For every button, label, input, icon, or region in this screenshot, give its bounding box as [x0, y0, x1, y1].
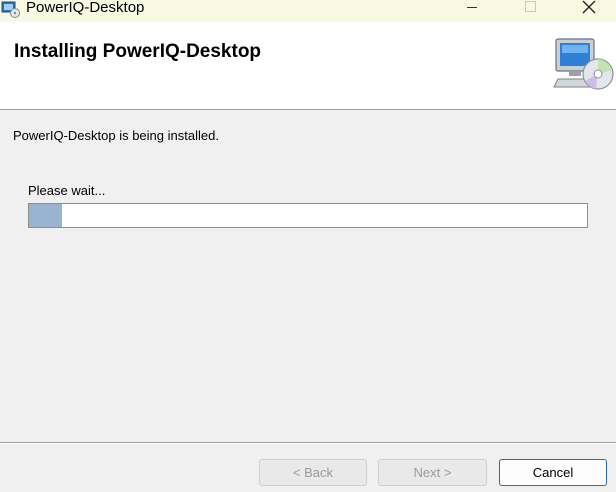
computer-disc-icon: [552, 37, 614, 93]
header-banner: Installing PowerIQ-Desktop: [0, 22, 616, 110]
progress-fill: [29, 204, 63, 227]
minimize-icon: [467, 7, 477, 8]
close-button[interactable]: [566, 0, 612, 20]
page-title: Installing PowerIQ-Desktop: [14, 41, 262, 62]
please-wait-label: Please wait...: [28, 183, 106, 198]
installer-icon: [1, 0, 21, 18]
back-button[interactable]: < Back: [259, 459, 367, 486]
next-button[interactable]: Next >: [378, 459, 487, 486]
install-progress-bar: [28, 203, 588, 228]
title-bar[interactable]: PowerIQ-Desktop: [0, 0, 616, 22]
cancel-button[interactable]: Cancel: [499, 459, 607, 486]
footer-divider: [0, 442, 616, 444]
close-icon: [582, 0, 596, 14]
window-title: PowerIQ-Desktop: [26, 0, 145, 16]
maximize-button[interactable]: [507, 0, 553, 20]
maximize-icon: [525, 1, 536, 12]
minimize-button[interactable]: [449, 0, 495, 20]
install-status-text: PowerIQ-Desktop is being installed.: [13, 128, 219, 143]
